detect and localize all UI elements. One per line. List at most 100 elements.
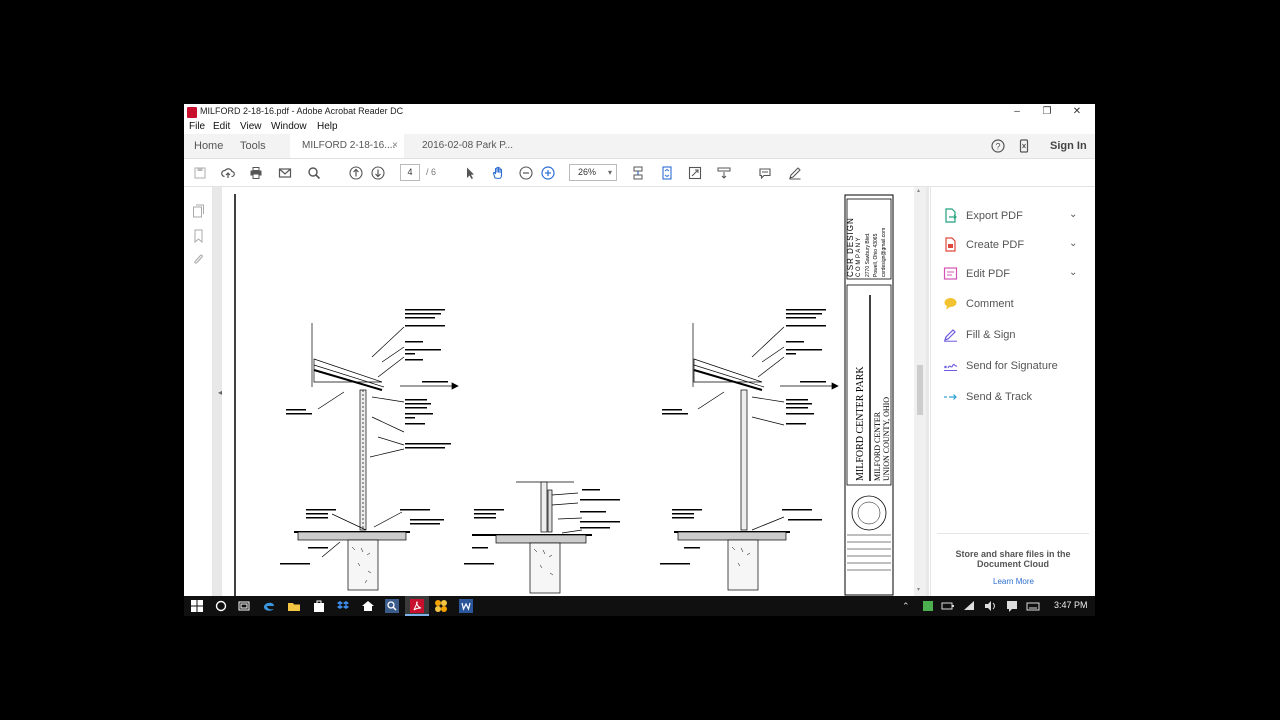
taskbar-clock[interactable]: 3:47 PM [1054, 600, 1088, 610]
next-page-icon[interactable] [370, 165, 386, 181]
zoom-out-icon[interactable] [518, 165, 534, 181]
attachments-icon[interactable] [192, 253, 205, 267]
chevron-down-icon[interactable]: ⌄ [1069, 209, 1077, 220]
windows-taskbar: ⌃ 3:47 PM [184, 596, 1095, 616]
collapse-left-icon[interactable]: ◂ [218, 388, 222, 397]
draw-pen-icon[interactable] [787, 165, 803, 181]
tab-document-park-plan[interactable]: 2016-02-08 Park P... [422, 134, 513, 158]
help-icon[interactable]: ? [990, 138, 1006, 154]
print-icon[interactable] [248, 165, 264, 181]
zoom-level-value: 26% [578, 167, 597, 177]
tool-create-pdf[interactable]: Create PDF ⌄ [943, 237, 1083, 253]
export-pdf-icon [945, 208, 957, 223]
email-icon[interactable] [277, 165, 293, 181]
comment-bubble-icon[interactable] [757, 165, 773, 181]
zoom-level-select[interactable]: 26% ▾ [569, 164, 617, 181]
tab-close-icon[interactable]: × [392, 134, 398, 158]
tools-pane: Export PDF ⌄ Create PDF ⌄ Edit PDF ⌄ Com… [930, 187, 1095, 596]
taskbar-acrobat-active[interactable] [405, 596, 429, 616]
project-title: MILFORD CENTER PARK [855, 366, 866, 481]
tray-app-icon[interactable] [921, 599, 935, 613]
keyboard-icon[interactable] [1026, 599, 1040, 613]
project-subtitle-2: UNION COUNTY, OHIO [882, 396, 891, 481]
section-detail-right [674, 323, 839, 591]
tool-fill-sign[interactable]: Fill & Sign [943, 327, 1083, 343]
home-icon[interactable] [361, 599, 375, 613]
edit-pdf-icon [943, 267, 958, 280]
send-track-icon [944, 394, 957, 400]
tool-send-track[interactable]: Send & Track [943, 389, 1083, 405]
sign-in-button[interactable]: Sign In [1050, 134, 1087, 158]
battery-icon[interactable] [941, 599, 955, 613]
scrollbar-thumb[interactable] [917, 365, 923, 415]
panel-divider [937, 533, 1089, 534]
chevron-down-icon: ▾ [607, 168, 612, 177]
page-number-input[interactable]: 4 [400, 164, 420, 181]
full-screen-icon[interactable] [687, 165, 703, 181]
acrobat-taskbar-icon [410, 599, 424, 613]
notification-icon[interactable] [1005, 599, 1019, 613]
save-icon[interactable] [192, 165, 208, 181]
acrobat-window: MILFORD 2-18-16.pdf - Adobe Acrobat Read… [184, 104, 1095, 596]
pinwheel-app-icon[interactable] [434, 599, 448, 613]
tool-comment[interactable]: Comment [943, 296, 1083, 312]
select-cursor-icon[interactable] [462, 165, 478, 181]
tool-send-for-signature[interactable]: Send for Signature [943, 358, 1083, 374]
wifi-icon[interactable] [962, 599, 976, 613]
scrolling-mode-icon[interactable] [630, 165, 646, 181]
word-icon[interactable] [459, 599, 473, 613]
close-button[interactable]: ✕ [1062, 104, 1092, 120]
chevron-down-icon[interactable]: ⌄ [1069, 267, 1077, 278]
previous-page-icon[interactable] [348, 165, 364, 181]
learn-more-link[interactable]: Learn More [931, 577, 1095, 586]
bookmarks-icon[interactable] [192, 229, 205, 244]
page-tools-icon[interactable] [716, 165, 732, 181]
search-icon[interactable] [306, 165, 322, 181]
create-pdf-icon [945, 237, 956, 252]
title-block-address-3: csrdesign@gmail.com [881, 227, 887, 277]
section-detail-middle [472, 481, 592, 594]
toolbar: 4 / 6 26% ▾ [184, 159, 1095, 187]
tool-label: Comment [966, 298, 1014, 310]
maximize-button[interactable]: ❐ [1032, 104, 1062, 120]
dropbox-icon[interactable] [336, 599, 350, 613]
task-view-icon[interactable] [237, 599, 251, 613]
scroll-up-icon[interactable]: ▴ [917, 187, 920, 194]
page-total-label: / 6 [426, 167, 437, 177]
tool-label: Export PDF [966, 210, 1023, 222]
construction-drawing [234, 194, 894, 596]
tool-edit-pdf[interactable]: Edit PDF ⌄ [943, 266, 1083, 282]
file-explorer-icon[interactable] [287, 599, 301, 613]
menu-window[interactable]: Window [271, 121, 307, 132]
upload-cloud-icon[interactable] [220, 165, 236, 181]
mobile-link-icon[interactable] [1016, 138, 1032, 154]
window-title: MILFORD 2-18-16.pdf - Adobe Acrobat Read… [200, 106, 404, 116]
fit-page-icon[interactable] [659, 165, 675, 181]
chevron-down-icon[interactable]: ⌄ [1069, 238, 1077, 249]
document-view[interactable]: CSR DESIGN C O M P A N Y 2770 Sawbury Bl… [213, 187, 929, 596]
scroll-down-icon[interactable]: ▾ [917, 586, 920, 593]
page-thumbnails-icon[interactable] [192, 204, 205, 218]
magnifier-app-icon[interactable] [385, 599, 399, 613]
menu-view[interactable]: View [240, 121, 262, 132]
store-icon[interactable] [312, 599, 326, 613]
tab-tools[interactable]: Tools [240, 134, 266, 158]
tab-bar: Home Tools MILFORD 2-18-16.... × 2016-02… [184, 134, 1095, 159]
menu-help[interactable]: Help [317, 121, 338, 132]
acrobat-app-icon [187, 107, 197, 118]
edge-browser-icon[interactable] [262, 599, 276, 613]
menu-file[interactable]: File [189, 121, 205, 132]
show-hidden-icons[interactable]: ⌃ [902, 601, 910, 612]
volume-icon[interactable] [983, 599, 997, 613]
minimize-button[interactable]: – [1002, 104, 1032, 120]
tool-export-pdf[interactable]: Export PDF ⌄ [943, 208, 1083, 224]
zoom-in-icon[interactable] [540, 165, 556, 181]
cortana-search-icon[interactable] [214, 599, 228, 613]
tab-document-milford[interactable]: MILFORD 2-18-16.... × [290, 134, 404, 158]
tab-home[interactable]: Home [194, 134, 223, 158]
windows-start-icon[interactable] [190, 599, 204, 613]
vertical-scrollbar[interactable]: ▴ ▾ [914, 187, 926, 596]
menu-edit[interactable]: Edit [213, 121, 230, 132]
tool-label: Send & Track [966, 391, 1033, 403]
hand-tool-icon[interactable] [490, 165, 506, 181]
